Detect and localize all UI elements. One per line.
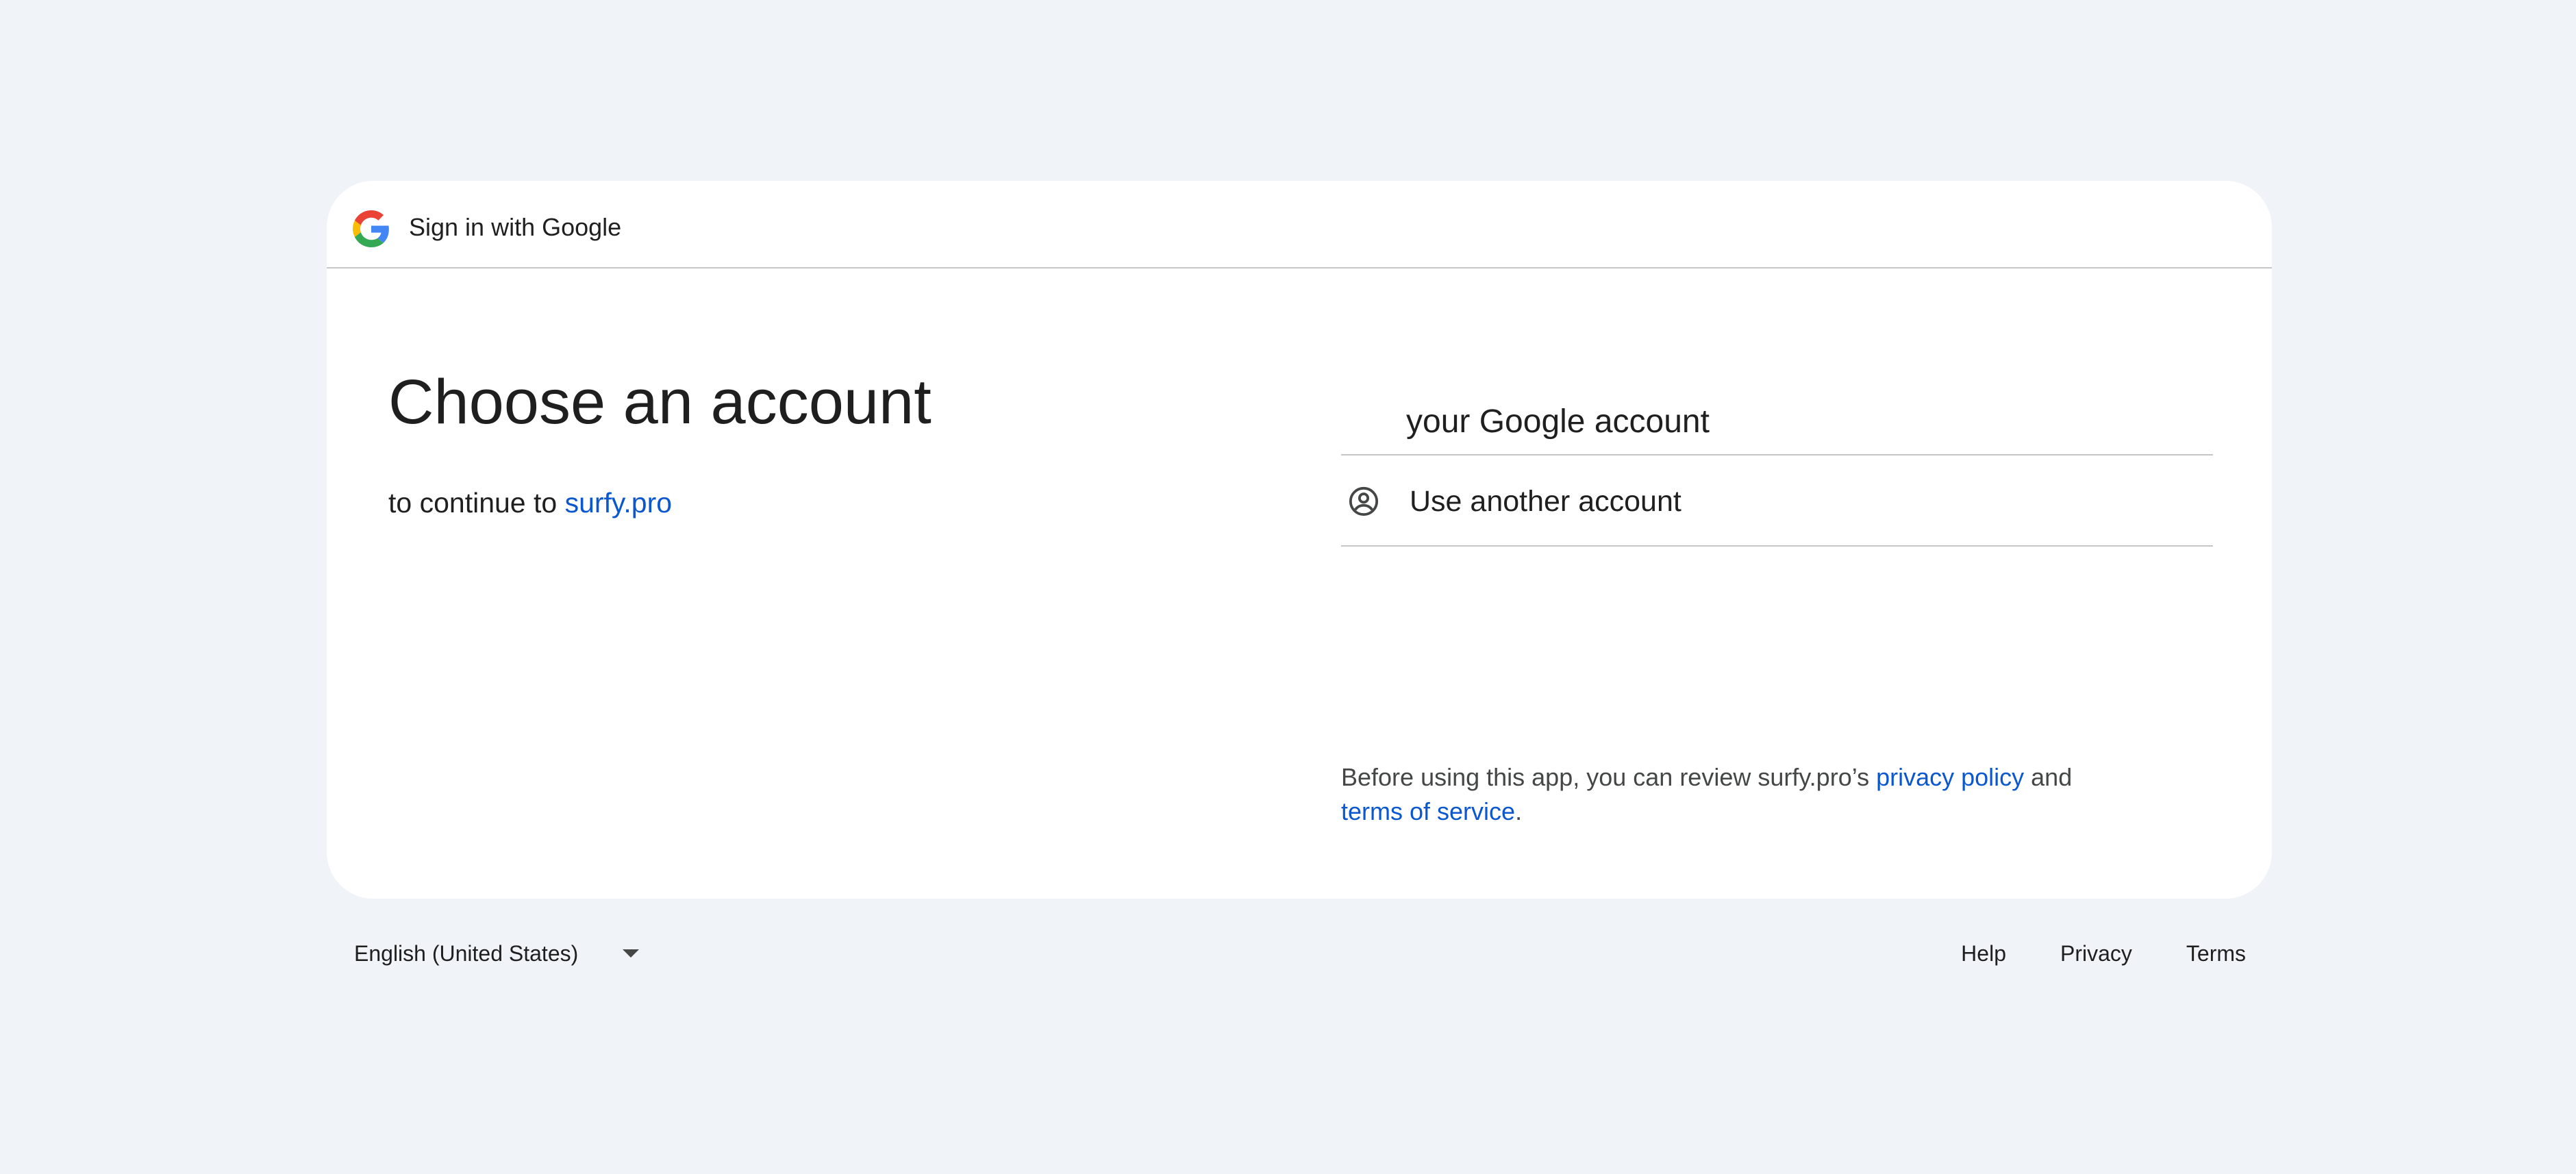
card-header: Sign in with Google bbox=[327, 181, 2272, 268]
language-label: English (United States) bbox=[354, 941, 579, 966]
subtitle: to continue to surfy.pro bbox=[388, 484, 672, 521]
privacy-link[interactable]: Privacy bbox=[2060, 940, 2132, 967]
account-circle-icon bbox=[1349, 486, 1379, 516]
use-another-account-button[interactable]: Use another account bbox=[1341, 455, 2213, 547]
page-title: Choose an account bbox=[388, 367, 931, 437]
use-another-account-label: Use another account bbox=[1410, 485, 1681, 518]
policy-text-before: Before using this app, you can review su… bbox=[1341, 763, 1877, 791]
policy-text: Before using this app, you can review su… bbox=[1341, 760, 2190, 829]
subtitle-prefix: to continue to bbox=[388, 487, 565, 519]
sign-in-card: Sign in with Google Choose an account to… bbox=[327, 181, 2272, 899]
account-list: your Google account Use another account bbox=[1341, 386, 2213, 547]
terms-of-service-link[interactable]: terms of service bbox=[1341, 797, 1515, 825]
terms-link[interactable]: Terms bbox=[2186, 940, 2246, 967]
google-g-icon bbox=[353, 210, 389, 247]
help-link[interactable]: Help bbox=[1961, 940, 2006, 967]
dropdown-arrow-icon bbox=[623, 949, 639, 958]
footer: English (United States) Help Privacy Ter… bbox=[354, 936, 2246, 971]
account-item-current[interactable]: your Google account bbox=[1341, 386, 2213, 455]
policy-text-middle: and bbox=[2024, 763, 2073, 791]
privacy-policy-link[interactable]: privacy policy bbox=[1876, 763, 2024, 791]
header-title: Sign in with Google bbox=[409, 213, 622, 241]
policy-text-after: . bbox=[1515, 797, 1523, 825]
account-label: your Google account bbox=[1406, 403, 1710, 440]
app-link[interactable]: surfy.pro bbox=[565, 487, 672, 519]
footer-links: Help Privacy Terms bbox=[1961, 940, 2246, 967]
